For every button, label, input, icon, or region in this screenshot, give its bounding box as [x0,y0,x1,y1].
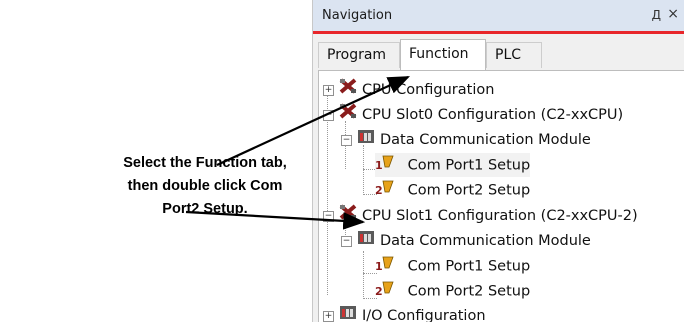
tree-item-label: CPU Configuration [362,82,495,98]
tree-expander-icon[interactable]: + [323,311,334,322]
tree-item-label: Com Port1 Setup [407,157,531,174]
tab-strip: Program Function PLC [313,34,684,71]
port-number-badge: 1 [375,159,383,172]
instruction-callout: Select the Function tab, then double cli… [110,152,300,221]
tree-expander-icon[interactable]: + [323,85,334,96]
tree-item-label: Com Port2 Setup [407,283,531,300]
callout-line-1: Select the Function tab, [123,155,287,171]
com-port-icon: 1 [375,153,403,178]
tree-item-label: Com Port2 Setup [407,182,531,199]
navigation-tree: + CPU Configuration − CPU Slot0 Configurati… [318,70,684,322]
tab-program[interactable]: Program [318,42,400,68]
navigation-panel: Navigation Д × Program Function PLC + CPU… [312,0,684,322]
tab-function[interactable]: Function [400,39,486,71]
com-port-icon: 2 [375,178,403,203]
tree-item-label: CPU Slot0 Configuration (C2-xxCPU) [362,107,624,123]
tree-item[interactable]: CPU Configuration [339,78,494,102]
tree-item-label: Data Communication Module [380,132,591,148]
tree-item-label: Data Communication Module [380,233,591,249]
pin-icon[interactable]: Д [652,8,661,22]
tree-item[interactable]: 1 Com Port1 Setup [375,153,531,178]
cpu-config-icon [339,204,357,228]
module-icon [357,229,375,253]
panel-titlebar: Navigation Д × [313,0,684,31]
tree-expander-icon[interactable]: − [323,110,334,121]
tree-expander-icon[interactable]: − [341,135,352,146]
module-icon [357,128,375,152]
port-number-badge: 2 [375,184,383,197]
com-port-icon: 1 [375,254,403,279]
tree-item[interactable]: Data Communication Module [357,229,591,253]
tree-item-label: I/O Configuration [362,308,486,322]
tree-item[interactable]: Data Communication Module [357,128,591,152]
module-icon [339,304,357,322]
tree-item[interactable]: 2 Com Port2 Setup [375,279,530,303]
tree-expander-icon[interactable]: − [323,211,334,222]
tree-item[interactable]: 1 Com Port1 Setup [375,254,530,278]
tree-item[interactable]: CPU Slot1 Configuration (C2-xxCPU-2) [339,204,638,228]
tree-item[interactable]: I/O Configuration [339,304,486,322]
port-number-badge: 2 [375,285,383,298]
tree-expander-icon[interactable]: − [341,236,352,247]
tree-item-label: CPU Slot1 Configuration (C2-xxCPU-2) [362,208,638,224]
close-icon[interactable]: × [667,6,679,22]
com-port-icon: 2 [375,279,403,304]
callout-line-2: then double click Com [127,178,283,194]
tree-item-label: Com Port1 Setup [407,258,531,275]
tree-item[interactable]: 2 Com Port2 Setup [375,178,530,202]
tab-plc[interactable]: PLC [486,42,542,68]
cpu-config-icon [339,78,357,102]
panel-title: Navigation [322,8,393,23]
tree-item[interactable]: CPU Slot0 Configuration (C2-xxCPU) [339,103,623,127]
port-number-badge: 1 [375,260,383,273]
callout-line-3: Port2 Setup. [162,201,248,217]
cpu-config-icon [339,103,357,127]
